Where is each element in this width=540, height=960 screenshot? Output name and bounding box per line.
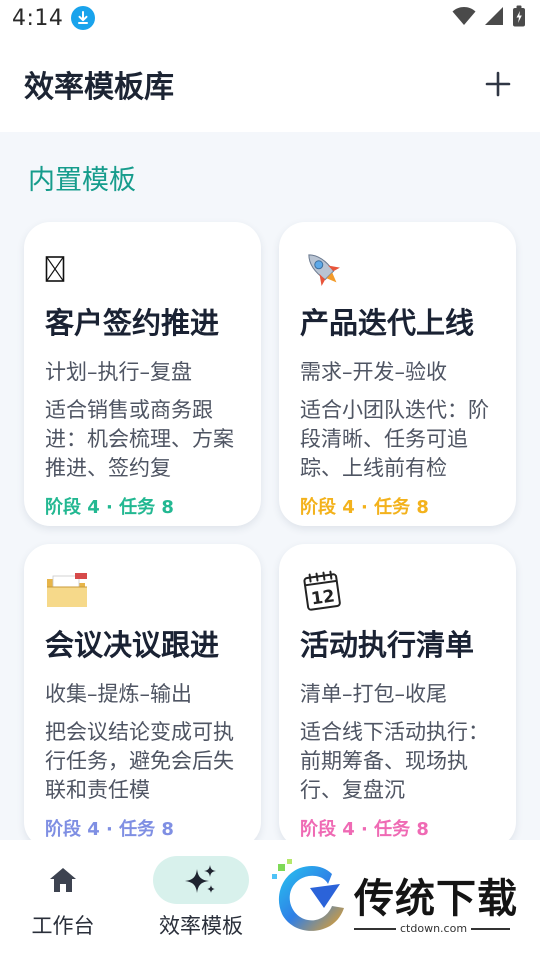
template-grid: 客户签约推进 计划–执行–复盘 适合销售或商务跟进：机会梳理、方案推进、签约复 … xyxy=(24,222,516,848)
battery-icon xyxy=(512,5,526,31)
template-meta: 阶段 4 · 任务 8 xyxy=(300,497,429,518)
template-title: 活动执行清单 xyxy=(300,628,475,662)
nav-icon-container xyxy=(15,856,111,904)
template-card-meeting-followup[interactable]: 会议决议跟进 收集–提炼–输出 把会议结论变成可执行任务，避免会后失联和责任模 … xyxy=(24,544,261,848)
watermark-logo-icon xyxy=(272,859,344,931)
page-title: 效率模板库 xyxy=(24,70,174,105)
calendar-icon: 12 xyxy=(300,568,496,614)
home-icon xyxy=(50,868,76,892)
template-flow: 清单–打包–收尾 xyxy=(300,682,447,706)
rocket-icon xyxy=(300,246,496,292)
nav-label: 工作台 xyxy=(31,914,95,938)
nav-label: 效率模板 xyxy=(159,914,243,938)
section-title: 内置模板 xyxy=(28,165,136,196)
template-meta: 阶段 4 · 任务 8 xyxy=(45,819,174,840)
download-icon xyxy=(71,6,96,30)
nav-icon-container xyxy=(153,856,249,904)
plus-icon xyxy=(485,71,511,97)
nav-workbench[interactable]: 工作台 xyxy=(22,856,104,940)
nav-templates[interactable]: 效率模板 xyxy=(150,856,252,940)
template-title: 产品迭代上线 xyxy=(300,306,475,340)
template-title: 会议决议跟进 xyxy=(45,628,220,662)
handshake-icon xyxy=(45,246,241,292)
template-meta: 阶段 4 · 任务 8 xyxy=(45,497,174,518)
template-card-event-checklist[interactable]: 12 活动执行清单 清单–打包–收尾 适合线下活动执行：前期筹备、现场执行、复盘… xyxy=(279,544,516,848)
template-meta: 阶段 4 · 任务 8 xyxy=(300,819,429,840)
svg-text:12: 12 xyxy=(310,586,336,609)
template-description: 把会议结论变成可执行任务，避免会后失联和责任模 xyxy=(45,720,234,802)
template-description: 适合销售或商务跟进：机会梳理、方案推进、签约复 xyxy=(45,398,234,480)
template-flow: 需求–开发–验收 xyxy=(300,360,447,384)
app-header: 效率模板库 xyxy=(0,36,540,132)
template-flow: 计划–执行–复盘 xyxy=(45,360,192,384)
template-flow: 收集–提炼–输出 xyxy=(45,682,192,706)
wifi-icon xyxy=(452,6,476,30)
watermark-name: 传统下载 xyxy=(354,876,518,922)
folder-icon xyxy=(45,568,241,614)
status-bar: 4:14 xyxy=(0,0,540,36)
add-template-button[interactable] xyxy=(482,68,514,100)
template-description: 适合小团队迭代：阶段清晰、任务可追踪、上线前有检 xyxy=(300,398,489,480)
status-right xyxy=(452,5,526,31)
watermark-url: ctdown.com xyxy=(396,922,472,935)
template-card-customer-signing[interactable]: 客户签约推进 计划–执行–复盘 适合销售或商务跟进：机会梳理、方案推进、签约复 … xyxy=(24,222,261,526)
cell-signal-icon xyxy=(484,6,504,30)
template-card-product-iteration[interactable]: 产品迭代上线 需求–开发–验收 适合小团队迭代：阶段清晰、任务可追踪、上线前有检… xyxy=(279,222,516,526)
template-title: 客户签约推进 xyxy=(45,306,220,340)
status-time: 4:14 xyxy=(12,5,64,31)
watermark: 传统下载 ctdown.com xyxy=(268,858,518,940)
status-left: 4:14 xyxy=(12,5,96,31)
template-description: 适合线下活动执行：前期筹备、现场执行、复盘沉 xyxy=(300,720,489,802)
sparkles-icon xyxy=(185,865,216,893)
